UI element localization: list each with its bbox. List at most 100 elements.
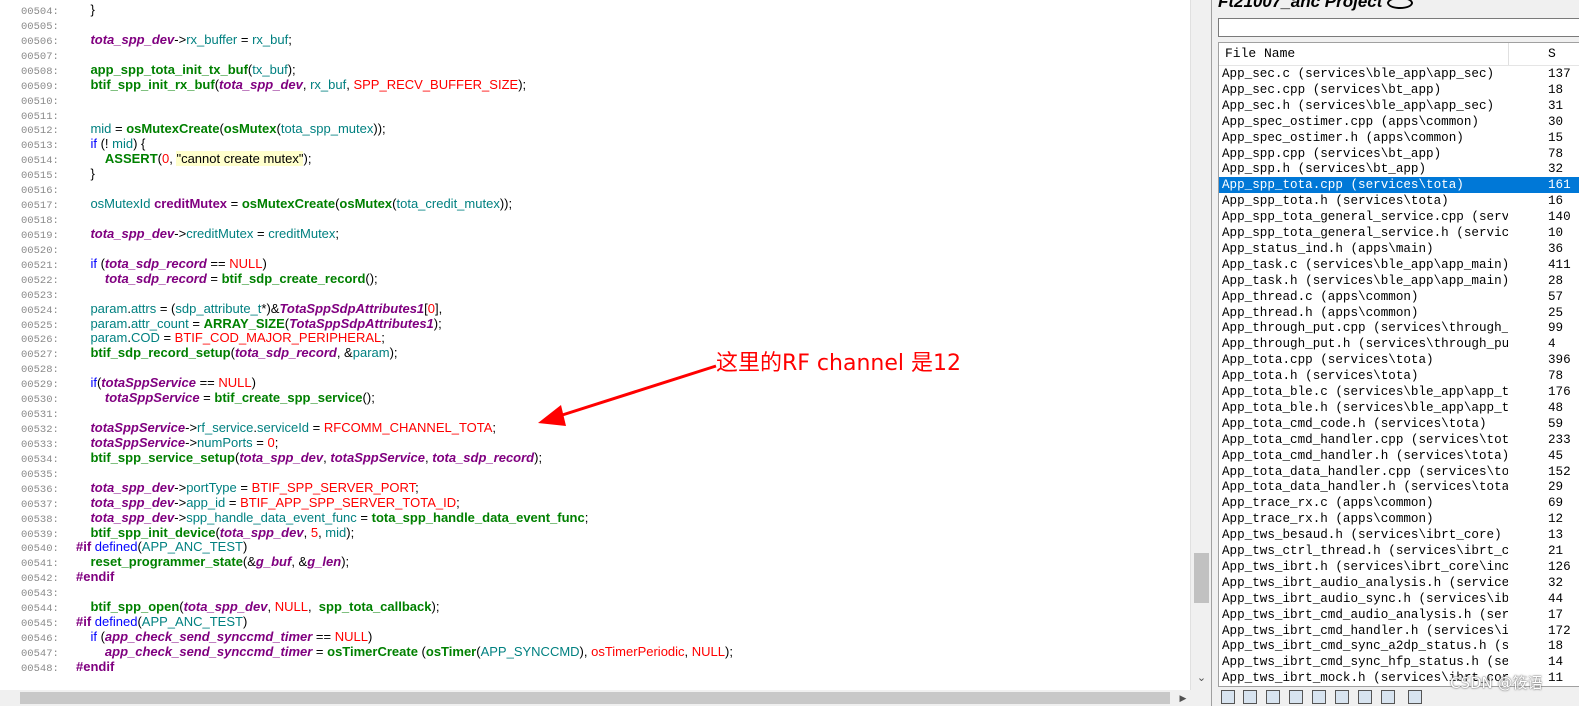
relation-view-icon[interactable] (1266, 690, 1280, 704)
browse-view-icon[interactable] (1289, 690, 1303, 704)
file-row[interactable]: App_through_put.cpp (services\through_pu… (1219, 320, 1579, 336)
file-size: 411 (1548, 257, 1571, 272)
code-token: BTIF_APP_SPP_SERVER_TOTA_ID (240, 494, 457, 510)
file-list[interactable]: File Name S App_sec.c (services\ble_app\… (1218, 42, 1579, 687)
code-token: ); (431, 599, 440, 615)
file-name: App_spp_tota.cpp (services\tota) (1222, 178, 1464, 193)
code-token: totaSppService (90, 434, 186, 450)
code-token: totaSppService (104, 390, 200, 406)
vertical-scrollbar[interactable]: ⌄ (1190, 0, 1212, 690)
file-size: 233 (1548, 432, 1571, 447)
file-row[interactable]: App_tws_ibrt_audio_sync.h (services\ibrt… (1219, 591, 1579, 607)
code-token: , (307, 599, 319, 615)
file-row[interactable]: App_spp.cpp (services\bt_app) 78 (1219, 146, 1579, 162)
file-row[interactable]: App_spp_tota.h (services\tota) 16 (1219, 193, 1579, 209)
file-size: 44 (1548, 591, 1564, 606)
file-row[interactable]: App_sec.cpp (services\bt_app) 18 (1219, 82, 1579, 98)
scroll-right-arrow-icon[interactable]: ▶ (1176, 690, 1190, 706)
code-token: , (267, 599, 275, 615)
file-row[interactable]: App_trace_rx.c (apps\common) 69 (1219, 495, 1579, 511)
code-token: btif_spp_service_setup (90, 449, 235, 465)
file-row[interactable]: App_tws_ibrt_cmd_sync_hfp_status.h (ser 1… (1219, 654, 1579, 670)
file-row[interactable]: App_tota_cmd_code.h (services\tota) 59 (1219, 416, 1579, 432)
file-row[interactable]: App_task.c (services\ble_app\app_main) 41… (1219, 257, 1579, 273)
code-line: 00534: btif_spp_service_setup(tota_spp_d… (0, 449, 542, 466)
code-token: #endif (76, 658, 115, 674)
file-row[interactable]: App_tota_data_handler.h (services\tota) 2… (1219, 479, 1579, 495)
code-token: attr_count (130, 315, 189, 331)
file-row[interactable]: App_tws_besaud.h (services\ibrt_core) 13 (1219, 527, 1579, 543)
file-row[interactable]: App_tws_ctrl_thread.h (services\ibrt_cor… (1219, 543, 1579, 559)
file-size: 78 (1548, 369, 1564, 384)
file-row[interactable]: App_tota_cmd_handler.h (services\tota) 45 (1219, 448, 1579, 464)
file-row[interactable]: App_tota_data_handler.cpp (services\tota… (1219, 464, 1579, 480)
file-row[interactable]: App_spec_ostimer.cpp (apps\common) 30 (1219, 114, 1579, 130)
code-token: (! (96, 136, 113, 152)
vertical-scrollbar-thumb[interactable] (1194, 553, 1209, 603)
file-row[interactable]: App_tws_ibrt_cmd_audio_analysis.h (servi… (1219, 607, 1579, 623)
file-size: 12 (1548, 512, 1564, 527)
code-token: = (312, 643, 328, 659)
code-token: btif_sdp_record_setup (90, 345, 231, 361)
file-row[interactable]: App_tws_ibrt_cmd_sync_a2dp_status.h (se 1… (1219, 638, 1579, 654)
file-row[interactable]: App_tws_ibrt.h (services\ibrt_core\inc) 1… (1219, 559, 1579, 575)
file-row[interactable]: App_tws_ibrt_audio_analysis.h (services 3… (1219, 575, 1579, 591)
file-row[interactable]: App_tws_ibrt_cmd_handler.h (services\ibr… (1219, 623, 1579, 639)
document-view-icon[interactable] (1381, 690, 1395, 704)
file-row[interactable]: App_spp_tota.cpp (services\tota) 161 (1219, 177, 1579, 194)
code-token: , (684, 643, 692, 659)
file-size: 69 (1548, 496, 1564, 511)
code-token: ) (251, 375, 256, 391)
file-row[interactable]: App_tota_ble.h (services\ble_app\app_tot… (1219, 400, 1579, 416)
file-size: 99 (1548, 321, 1564, 336)
code-line: 00509: btif_spp_init_rx_buf(tota_spp_dev… (0, 77, 526, 93)
column-header-file-name[interactable]: File Name (1225, 46, 1295, 61)
code-token: ; (584, 509, 589, 525)
file-row[interactable]: App_trace_rx.h (apps\common) 12 (1219, 511, 1579, 527)
symbol-view-icon[interactable] (1243, 690, 1257, 704)
code-line: 00513: if (! mid) { (0, 136, 145, 152)
file-row[interactable]: App_thread.h (apps\common) 25 (1219, 305, 1579, 321)
file-row[interactable]: App_spp.h (services\bt_app) 32 (1219, 161, 1579, 177)
code-token: 5 (310, 524, 319, 540)
code-line: 00527: btif_sdp_record_setup(tota_sdp_re… (0, 345, 398, 361)
file-row[interactable]: App_tota_cmd_handler.cpp (services\tota)… (1219, 432, 1579, 448)
clipboard-view-icon[interactable] (1358, 690, 1372, 704)
file-row[interactable]: App_through_put.h (services\through_put)… (1219, 336, 1579, 352)
file-name: App_tota_cmd_handler.cpp (services\tota) (1222, 432, 1508, 447)
file-row[interactable]: App_spp_tota_general_service.cpp (servic… (1219, 209, 1579, 225)
file-row[interactable]: App_thread.c (apps\common) 57 (1219, 289, 1579, 305)
file-row[interactable]: App_status_ind.h (apps\main) 36 (1219, 241, 1579, 257)
file-row[interactable]: App_task.h (services\ble_app\app_main) 28 (1219, 273, 1579, 289)
column-header-size[interactable]: S (1548, 46, 1556, 61)
scroll-down-arrow-icon[interactable]: ⌄ (1191, 668, 1212, 688)
file-row[interactable]: App_sec.h (services\ble_app\app_sec) 31 (1219, 98, 1579, 114)
options-icon[interactable] (1408, 690, 1422, 704)
code-token: COD (130, 330, 160, 346)
code-token: ARRAY_SIZE (203, 315, 285, 331)
code-token: osMutex (339, 196, 393, 212)
code-editor[interactable]: 00504: } 00505: 00506: tota_spp_dev->rx_bu… (0, 0, 1190, 690)
code-token: = (206, 270, 222, 286)
file-filter-input[interactable] (1218, 18, 1579, 37)
code-token: == (206, 255, 230, 271)
file-row[interactable]: App_tota.h (services\tota) 78 (1219, 368, 1579, 384)
tree-view-icon[interactable] (1312, 690, 1326, 704)
file-row[interactable]: App_spec_ostimer.h (apps\common) 15 (1219, 130, 1579, 146)
file-row[interactable]: App_tota.cpp (services\tota) 396 (1219, 352, 1579, 368)
code-token: 0 (427, 300, 436, 316)
file-row[interactable]: App_tota_ble.c (services\ble_app\app_tot… (1219, 384, 1579, 400)
code-token: = (309, 420, 324, 436)
code-token: APP_ANC_TEST (141, 614, 243, 630)
file-row[interactable]: App_spp_tota_general_service.h (services… (1219, 225, 1579, 241)
file-list-view-icon[interactable] (1221, 690, 1235, 704)
file-row[interactable]: App_sec.c (services\ble_app\app_sec) 137 (1219, 66, 1579, 82)
code-token: mid (112, 136, 134, 152)
horizontal-scrollbar[interactable]: ▶ (0, 690, 1211, 706)
horizontal-scrollbar-thumb[interactable] (20, 692, 1170, 704)
code-token: ) (262, 255, 267, 271)
search-view-icon[interactable] (1335, 690, 1349, 704)
